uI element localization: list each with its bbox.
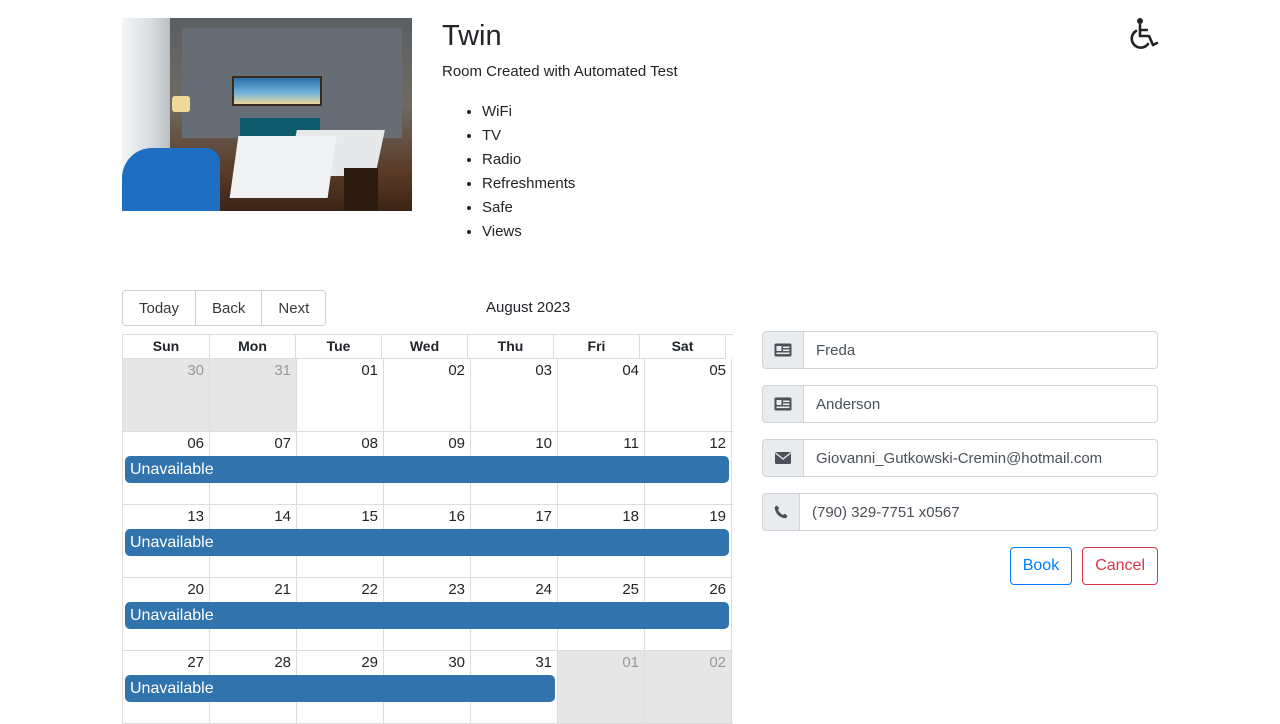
month-label: August 2023 — [486, 299, 571, 316]
day-number: 31 — [274, 362, 291, 379]
calendar-weeks: 30 31 01 02 03 04 05 06 07 08 09 10 11 12 Unavailable 1… — [123, 359, 733, 724]
envelope-icon — [762, 439, 804, 477]
feature-item: TV — [482, 124, 575, 148]
day-number: 14 — [274, 508, 291, 525]
calendar-week: 30 31 01 02 03 04 05 — [123, 359, 733, 432]
today-button[interactable]: Today — [123, 291, 197, 325]
id-card-icon — [762, 385, 804, 423]
calendar-day-cell[interactable]: 03 — [471, 359, 558, 431]
weekday-label: Tue — [296, 335, 382, 359]
lastname-group — [762, 385, 1158, 423]
calendar-day-cell[interactable]: 31 — [210, 359, 297, 431]
weekday-label: Mon — [210, 335, 296, 359]
day-number: 28 — [274, 654, 291, 671]
feature-item: Views — [482, 220, 575, 244]
feature-item: Radio — [482, 148, 575, 172]
day-number: 07 — [274, 435, 291, 452]
day-number: 01 — [361, 362, 378, 379]
day-number: 17 — [535, 508, 552, 525]
unavailable-event[interactable]: Unavailable — [125, 529, 729, 556]
unavailable-event[interactable]: Unavailable — [125, 675, 555, 702]
day-number: 12 — [709, 435, 726, 452]
unavailable-event[interactable]: Unavailable — [125, 456, 729, 483]
calendar-day-cell[interactable]: 30 — [123, 359, 210, 431]
weekday-label: Fri — [554, 335, 640, 359]
calendar-week: 06 07 08 09 10 11 12 Unavailable — [123, 432, 733, 505]
calendar-week: 27 28 29 30 31 01 02 Unavailable — [123, 651, 733, 724]
email-group — [762, 439, 1158, 477]
calendar-day-cell[interactable]: 01 — [558, 651, 645, 723]
feature-list: WiFi TV Radio Refreshments Safe Views — [442, 100, 575, 244]
day-number: 05 — [709, 362, 726, 379]
day-number: 24 — [535, 581, 552, 598]
day-number: 06 — [187, 435, 204, 452]
feature-item: Safe — [482, 196, 575, 220]
day-number: 13 — [187, 508, 204, 525]
day-number: 19 — [709, 508, 726, 525]
phone-group — [762, 493, 1158, 531]
weekday-label: Thu — [468, 335, 554, 359]
feature-item: Refreshments — [482, 172, 575, 196]
lastname-input[interactable] — [804, 385, 1158, 423]
booking-form: Book Cancel — [762, 331, 1158, 585]
day-number: 09 — [448, 435, 465, 452]
day-number: 26 — [709, 581, 726, 598]
firstname-group — [762, 331, 1158, 369]
day-number: 15 — [361, 508, 378, 525]
weekday-label: Wed — [382, 335, 468, 359]
email-input[interactable] — [804, 439, 1158, 477]
day-number: 10 — [535, 435, 552, 452]
day-number: 31 — [535, 654, 552, 671]
calendar-week: 20 21 22 23 24 25 26 Unavailable — [123, 578, 733, 651]
room-description: Room Created with Automated Test — [442, 63, 678, 80]
day-number: 27 — [187, 654, 204, 671]
day-number: 04 — [622, 362, 639, 379]
calendar-week: 13 14 15 16 17 18 19 Unavailable — [123, 505, 733, 578]
day-number: 08 — [361, 435, 378, 452]
day-number: 02 — [709, 654, 726, 671]
day-number: 03 — [535, 362, 552, 379]
day-number: 30 — [448, 654, 465, 671]
calendar-day-cell[interactable]: 02 — [645, 651, 732, 723]
day-number: 01 — [622, 654, 639, 671]
day-number: 23 — [448, 581, 465, 598]
next-button[interactable]: Next — [262, 291, 326, 325]
day-number: 18 — [622, 508, 639, 525]
day-number: 21 — [274, 581, 291, 598]
feature-item: WiFi — [482, 100, 575, 124]
calendar-day-cell[interactable]: 05 — [645, 359, 732, 431]
form-actions: Book Cancel — [762, 547, 1158, 585]
day-number: 20 — [187, 581, 204, 598]
weekday-label: Sat — [640, 335, 726, 359]
day-number: 25 — [622, 581, 639, 598]
day-number: 02 — [448, 362, 465, 379]
id-card-icon — [762, 331, 804, 369]
back-button[interactable]: Back — [196, 291, 263, 325]
weekday-label: Sun — [123, 335, 210, 359]
room-title: Twin — [442, 20, 502, 52]
day-number: 29 — [361, 654, 378, 671]
day-number: 11 — [623, 435, 639, 452]
calendar-day-cell[interactable]: 01 — [297, 359, 384, 431]
weekday-header: Sun Mon Tue Wed Thu Fri Sat — [123, 335, 733, 359]
calendar-nav: Today Back Next — [122, 290, 327, 326]
book-button[interactable]: Book — [1009, 547, 1073, 585]
firstname-input[interactable] — [804, 331, 1158, 369]
cancel-button[interactable]: Cancel — [1082, 547, 1158, 585]
calendar-day-cell[interactable]: 04 — [558, 359, 645, 431]
room-image — [122, 18, 412, 211]
day-number: 30 — [187, 362, 204, 379]
phone-input[interactable] — [800, 493, 1158, 531]
unavailable-event[interactable]: Unavailable — [125, 602, 729, 629]
day-number: 22 — [361, 581, 378, 598]
calendar-day-cell[interactable]: 02 — [384, 359, 471, 431]
wheelchair-icon — [1130, 18, 1159, 49]
day-number: 16 — [448, 508, 465, 525]
calendar-grid: Sun Mon Tue Wed Thu Fri Sat 30 31 01 02 03 04… — [122, 334, 733, 724]
phone-icon — [762, 493, 800, 531]
